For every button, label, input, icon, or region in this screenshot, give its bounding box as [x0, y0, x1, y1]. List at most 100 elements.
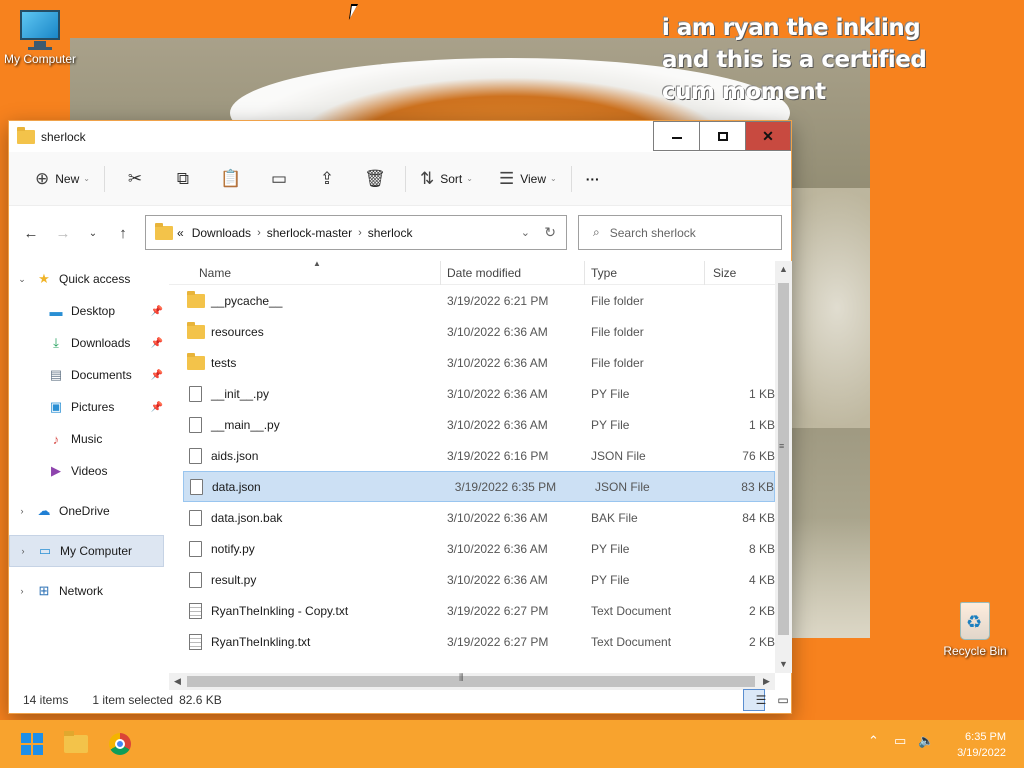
desktop-icon-recycle-bin[interactable]: ♻ Recycle Bin: [935, 598, 1015, 658]
file-name-cell[interactable]: aids.json: [169, 447, 441, 464]
nav-item-videos[interactable]: ▶ Videos: [9, 455, 169, 487]
nav-item-pictures[interactable]: ▣ Pictures 📌: [9, 391, 169, 423]
file-date: 3/10/2022 6:36 AM: [447, 355, 548, 370]
clock[interactable]: 6:35 PM 3/19/2022: [957, 729, 1006, 761]
share-button[interactable]: ⇪: [303, 162, 351, 196]
documents-icon: ▤: [49, 367, 63, 382]
large-icons-view-button[interactable]: ▭: [765, 689, 788, 711]
chevron-up-icon[interactable]: ⌃: [868, 734, 879, 749]
recent-locations-button[interactable]: ⌄: [79, 228, 107, 239]
file-name-cell[interactable]: notify.py: [169, 540, 441, 557]
copy-button[interactable]: ⧉: [159, 162, 207, 196]
more-options-button[interactable]: ···: [578, 162, 608, 196]
scroll-up-button[interactable]: ▲: [775, 261, 792, 278]
file-name-cell[interactable]: RyanTheInkling.txt: [169, 633, 441, 650]
file-name-cell[interactable]: data.json.bak: [169, 509, 441, 526]
file-type: Text Document: [591, 634, 672, 649]
file-name-cell[interactable]: __main__.py: [169, 416, 441, 433]
file-row[interactable]: result.py 3/10/2022 6:36 AM PY File 4 KB: [169, 564, 775, 595]
sort-button[interactable]: ⇅ Sort ⌄: [412, 162, 481, 196]
volume-icon[interactable]: 🔈: [918, 734, 934, 749]
file-row[interactable]: tests 3/10/2022 6:36 AM File folder: [169, 347, 775, 378]
breadcrumb-downloads[interactable]: Downloads: [192, 226, 251, 240]
back-button[interactable]: ←: [15, 225, 47, 242]
chevron-down-icon[interactable]: ⌄: [9, 274, 35, 285]
file-row[interactable]: notify.py 3/10/2022 6:36 AM PY File 8 KB: [169, 533, 775, 564]
breadcrumb-sherlock-master[interactable]: sherlock-master: [267, 226, 352, 240]
column-header-name[interactable]: Name: [169, 261, 441, 285]
maximize-button[interactable]: [699, 121, 745, 151]
column-header-size[interactable]: Size: [705, 261, 775, 285]
address-bar[interactable]: « Downloads › sherlock-master › sherlock…: [145, 215, 567, 250]
file-row[interactable]: __init__.py 3/10/2022 6:36 AM PY File 1 KB: [169, 378, 775, 409]
taskbar-chrome[interactable]: [106, 730, 134, 758]
file-row[interactable]: __main__.py 3/10/2022 6:36 AM PY File 1 KB: [169, 409, 775, 440]
view-button[interactable]: ☰ View ⌄: [491, 162, 565, 196]
breadcrumb-overflow[interactable]: «: [177, 226, 184, 240]
details-view-button[interactable]: ☰: [743, 689, 766, 711]
clock-time: 6:35 PM: [965, 731, 1006, 743]
cut-button[interactable]: ✂: [111, 162, 159, 196]
file-type: JSON File: [591, 448, 646, 463]
paste-button[interactable]: 📋: [207, 162, 255, 196]
nav-item-my-computer[interactable]: › ▭ My Computer: [9, 535, 164, 567]
breadcrumb-sherlock[interactable]: sherlock: [368, 226, 413, 240]
chevron-right-icon: ›: [257, 226, 261, 239]
text-file-icon: [189, 602, 202, 619]
nav-item-desktop[interactable]: ▬ Desktop 📌: [9, 295, 169, 327]
rename-icon: ▭: [270, 168, 287, 188]
nav-item-quick-access[interactable]: ⌄ ★ Quick access: [9, 263, 169, 295]
taskbar-file-explorer[interactable]: [62, 730, 90, 758]
forward-button[interactable]: →: [47, 225, 79, 242]
file-date: 3/10/2022 6:36 AM: [447, 386, 548, 401]
scroll-thumb[interactable]: [187, 676, 755, 687]
chevron-right-icon[interactable]: ›: [9, 506, 35, 516]
file-row[interactable]: __pycache__ 3/19/2022 6:21 PM File folder: [169, 285, 775, 316]
column-header-date[interactable]: Date modified: [441, 261, 585, 285]
more-icon: ···: [585, 170, 600, 187]
scroll-down-button[interactable]: ▼: [775, 656, 792, 673]
start-button[interactable]: [18, 730, 46, 758]
file-row[interactable]: resources 3/10/2022 6:36 AM File folder: [169, 316, 775, 347]
close-icon: ✕: [762, 127, 774, 144]
file-row[interactable]: data.json.bak 3/10/2022 6:36 AM BAK File 84…: [169, 502, 775, 533]
file-name-cell[interactable]: __init__.py: [169, 385, 441, 402]
up-button[interactable]: ↑: [107, 225, 139, 242]
delete-button[interactable]: 🗑: [351, 162, 399, 196]
file-name-cell[interactable]: RyanTheInkling - Copy.txt: [169, 602, 441, 619]
chevron-right-icon[interactable]: ›: [9, 586, 35, 596]
title-bar[interactable]: sherlock ✕: [9, 121, 791, 152]
desktop-icon-my-computer[interactable]: My Computer: [0, 10, 80, 66]
file-icon: [189, 571, 202, 588]
refresh-icon[interactable]: ↻: [544, 224, 556, 241]
network-status-icon[interactable]: ▭: [894, 734, 906, 749]
nav-item-onedrive[interactable]: › ☁ OneDrive: [9, 495, 169, 527]
file-name-cell[interactable]: result.py: [169, 571, 441, 588]
address-dropdown-button[interactable]: ⌄: [521, 226, 530, 239]
file-name-cell[interactable]: data.json: [184, 478, 449, 495]
file-name-cell[interactable]: __pycache__: [169, 290, 441, 308]
vertical-scrollbar[interactable]: ▲ ≡ ▼: [775, 261, 792, 673]
computer-icon: [18, 10, 62, 50]
nav-item-downloads[interactable]: ⤓ Downloads 📌: [9, 327, 169, 359]
folder-icon: [187, 290, 205, 308]
scroll-thumb[interactable]: [778, 283, 789, 635]
new-button[interactable]: ⊕ New ⌄: [27, 162, 98, 196]
nav-item-music[interactable]: ♪ Music: [9, 423, 169, 455]
rename-button[interactable]: ▭: [255, 162, 303, 196]
file-row[interactable]: RyanTheInkling - Copy.txt 3/19/2022 6:27 …: [169, 595, 775, 626]
chevron-right-icon: ›: [358, 226, 362, 239]
file-name-cell[interactable]: resources: [169, 321, 441, 339]
trash-icon: 🗑: [364, 168, 386, 188]
close-button[interactable]: ✕: [745, 121, 791, 151]
file-row[interactable]: aids.json 3/19/2022 6:16 PM JSON File 76 KB: [169, 440, 775, 471]
chevron-right-icon[interactable]: ›: [10, 546, 36, 556]
minimize-button[interactable]: [653, 121, 699, 151]
nav-item-network[interactable]: › ⊞ Network: [9, 575, 169, 607]
file-row[interactable]: data.json 3/19/2022 6:35 PM JSON File 83 KB: [183, 471, 775, 502]
file-row[interactable]: RyanTheInkling.txt 3/19/2022 6:27 PM Text …: [169, 626, 775, 657]
column-header-type[interactable]: Type: [585, 261, 705, 285]
nav-item-documents[interactable]: ▤ Documents 📌: [9, 359, 169, 391]
search-box[interactable]: ⌕ Search sherlock: [578, 215, 782, 250]
file-name-cell[interactable]: tests: [169, 352, 441, 370]
